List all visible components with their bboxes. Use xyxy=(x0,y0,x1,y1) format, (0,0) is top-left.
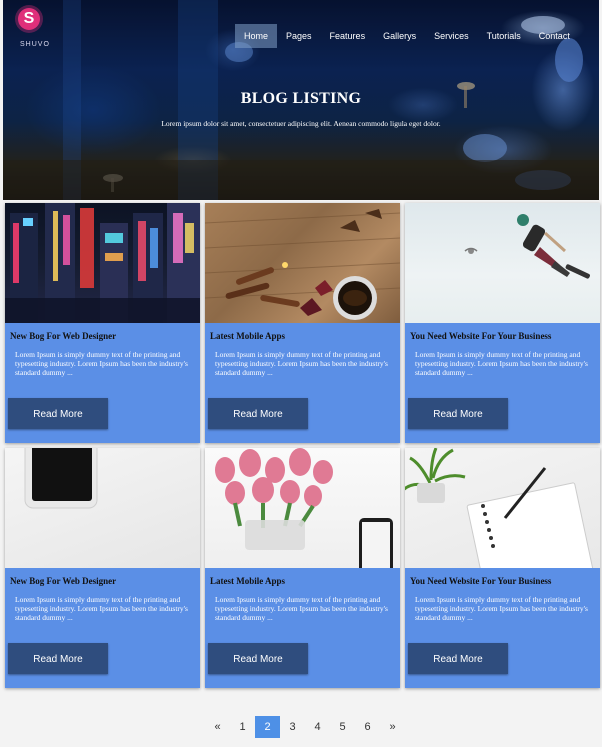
pagination-page-5[interactable]: 5 xyxy=(330,716,355,738)
pagination: « 1 2 3 4 5 6 » xyxy=(205,716,405,738)
nav-tutorials[interactable]: Tutorials xyxy=(478,24,530,48)
notebook-image xyxy=(405,448,594,568)
nav-services[interactable]: Services xyxy=(425,24,478,48)
main-nav: Home Pages Features Gallerys Services Tu… xyxy=(235,24,579,48)
nav-features[interactable]: Features xyxy=(321,24,375,48)
pagination-page-3[interactable]: 3 xyxy=(280,716,305,738)
nav-home[interactable]: Home xyxy=(235,24,278,48)
blog-card: Latest Mobile Apps Lorem Ipsum is simply… xyxy=(205,448,400,688)
page-title: BLOG LISTING xyxy=(240,90,362,107)
tea-cup-image xyxy=(205,209,400,320)
card-image[interactable] xyxy=(405,203,600,323)
brand-logo[interactable]: S xyxy=(18,8,40,30)
brand-name: SHUVO xyxy=(20,41,50,48)
nav-contact[interactable]: Contact xyxy=(530,24,579,48)
blog-card: New Bog For Web Designer Lorem Ipsum is … xyxy=(5,448,200,688)
tulips-image xyxy=(215,448,393,568)
card-excerpt: Lorem Ipsum is simply dummy text of the … xyxy=(415,595,588,622)
blog-card: New Bog For Web Designer Lorem Ipsum is … xyxy=(5,203,200,443)
pagination-page-6[interactable]: 6 xyxy=(355,716,380,738)
card-image[interactable] xyxy=(205,203,400,323)
card-image[interactable] xyxy=(205,448,400,568)
read-more-button[interactable]: Read More xyxy=(408,643,508,674)
card-excerpt: Lorem Ipsum is simply dummy text of the … xyxy=(15,350,188,377)
pagination-page-1[interactable]: 1 xyxy=(230,716,255,738)
card-image[interactable] xyxy=(5,203,200,323)
pagination-page-4[interactable]: 4 xyxy=(305,716,330,738)
tablet-image xyxy=(24,448,98,509)
card-title[interactable]: You Need Website For Your Business xyxy=(410,331,596,341)
blog-card: Latest Mobile Apps Lorem Ipsum is simply… xyxy=(205,203,400,443)
hero-banner: S SHUVO Home Pages Features Gallerys Ser… xyxy=(3,0,599,200)
card-image[interactable] xyxy=(405,448,600,568)
card-excerpt: Lorem Ipsum is simply dummy text of the … xyxy=(15,595,188,622)
card-title[interactable]: Latest Mobile Apps xyxy=(210,331,396,341)
blog-card: You Need Website For Your Business Lorem… xyxy=(405,448,600,688)
card-title[interactable]: New Bog For Web Designer xyxy=(10,331,196,341)
card-title[interactable]: You Need Website For Your Business xyxy=(410,576,596,586)
card-excerpt: Lorem Ipsum is simply dummy text of the … xyxy=(215,595,388,622)
card-excerpt: Lorem Ipsum is simply dummy text of the … xyxy=(215,350,388,377)
read-more-button[interactable]: Read More xyxy=(408,398,508,429)
city-street-image xyxy=(5,203,200,323)
read-more-button[interactable]: Read More xyxy=(208,643,308,674)
card-title[interactable]: New Bog For Web Designer xyxy=(10,576,196,586)
pagination-page-2[interactable]: 2 xyxy=(255,716,280,738)
nav-pages[interactable]: Pages xyxy=(277,24,321,48)
pagination-prev[interactable]: « xyxy=(205,716,230,738)
pagination-next[interactable]: » xyxy=(380,716,405,738)
read-more-button[interactable]: Read More xyxy=(8,398,108,429)
card-image[interactable] xyxy=(5,448,200,568)
card-excerpt: Lorem Ipsum is simply dummy text of the … xyxy=(415,350,588,377)
blog-card: You Need Website For Your Business Lorem… xyxy=(405,203,600,443)
card-title[interactable]: Latest Mobile Apps xyxy=(210,576,396,586)
nav-gallerys[interactable]: Gallerys xyxy=(374,24,425,48)
read-more-button[interactable]: Read More xyxy=(208,398,308,429)
read-more-button[interactable]: Read More xyxy=(8,643,108,674)
page-subtitle: Lorem ipsum dolor sit amet, consectetuer… xyxy=(161,119,441,128)
skateboarder-image xyxy=(464,214,590,279)
